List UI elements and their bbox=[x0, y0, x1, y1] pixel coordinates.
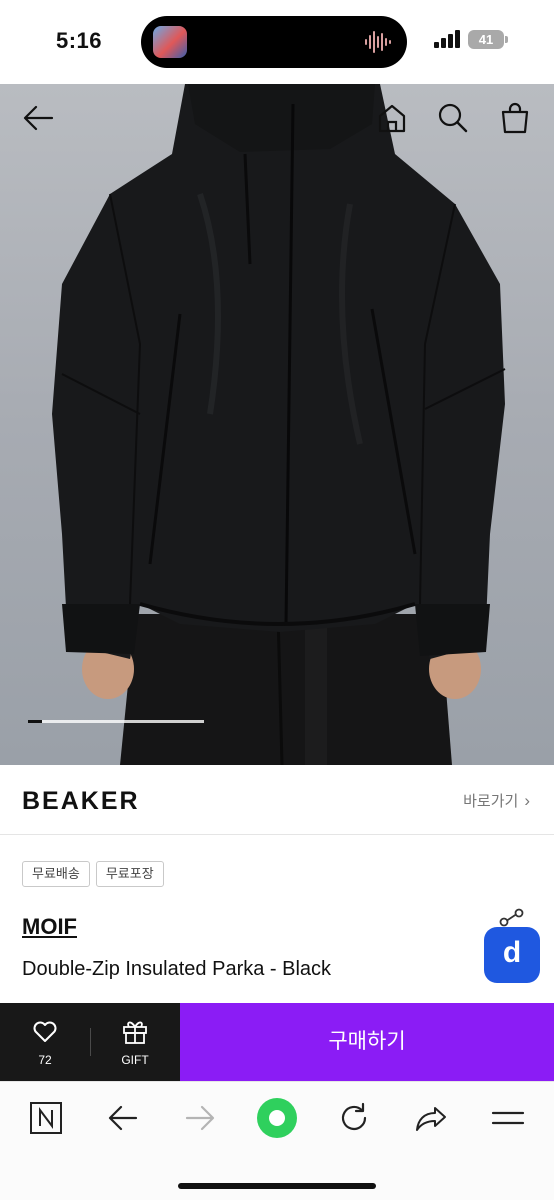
naver-n-icon[interactable] bbox=[26, 1098, 66, 1138]
purchase-bar-left: 72 GIFT bbox=[0, 1003, 180, 1081]
carousel-progress-fill bbox=[28, 720, 43, 723]
dynamic-island[interactable] bbox=[141, 16, 407, 68]
buy-button[interactable]: 구매하기 bbox=[180, 1003, 554, 1081]
music-avatar-icon bbox=[153, 26, 187, 58]
status-bar: 5:16 41 bbox=[0, 0, 554, 84]
green-circle-icon[interactable] bbox=[255, 1096, 299, 1140]
back-arrow-icon[interactable] bbox=[20, 100, 56, 136]
d-app-badge[interactable]: d bbox=[484, 927, 540, 983]
brand-link-label: 바로가기 bbox=[463, 793, 519, 810]
brand-logo: BEAKER bbox=[22, 787, 140, 815]
product-photo bbox=[52, 84, 506, 765]
product-name: Double-Zip Insulated Parka - Black bbox=[22, 958, 332, 980]
menu-icon[interactable] bbox=[488, 1098, 528, 1138]
heart-icon bbox=[33, 1021, 57, 1042]
gift-button[interactable]: GIFT bbox=[90, 1003, 180, 1081]
audio-wave-icon bbox=[365, 31, 391, 53]
brand-row[interactable]: BEAKER 바로가기 › bbox=[0, 765, 554, 835]
chevron-right-icon: › bbox=[524, 791, 530, 810]
home-indicator[interactable] bbox=[178, 1183, 376, 1189]
tag-free-shipping: 무료배송 bbox=[22, 861, 90, 887]
share-icon[interactable] bbox=[411, 1098, 451, 1138]
like-button[interactable]: 72 bbox=[0, 1003, 90, 1081]
product-brand-link[interactable]: MOIF bbox=[22, 914, 77, 940]
gift-label: GIFT bbox=[121, 1053, 149, 1067]
signal-icon bbox=[434, 30, 460, 48]
home-icon[interactable] bbox=[374, 100, 410, 136]
brand-shortcut-link[interactable]: 바로가기 › bbox=[463, 790, 530, 811]
like-count: 72 bbox=[38, 1053, 52, 1067]
shopping-bag-icon[interactable] bbox=[497, 100, 533, 136]
search-icon[interactable] bbox=[435, 100, 471, 136]
forward-arrow-icon[interactable] bbox=[180, 1098, 220, 1138]
tag-free-wrapping: 무료포장 bbox=[95, 861, 164, 887]
battery-icon: 41 bbox=[468, 30, 508, 49]
product-tags: 무료배송 무료포장 bbox=[22, 861, 164, 887]
status-time: 5:16 bbox=[56, 28, 103, 53]
refresh-icon[interactable] bbox=[334, 1098, 374, 1138]
back-arrow-icon[interactable] bbox=[103, 1098, 143, 1138]
gift-icon bbox=[123, 1021, 147, 1044]
carousel-progress bbox=[28, 720, 204, 723]
product-image-carousel[interactable] bbox=[0, 84, 554, 765]
purchase-bar: 72 GIFT 구매하기 bbox=[0, 1003, 554, 1081]
